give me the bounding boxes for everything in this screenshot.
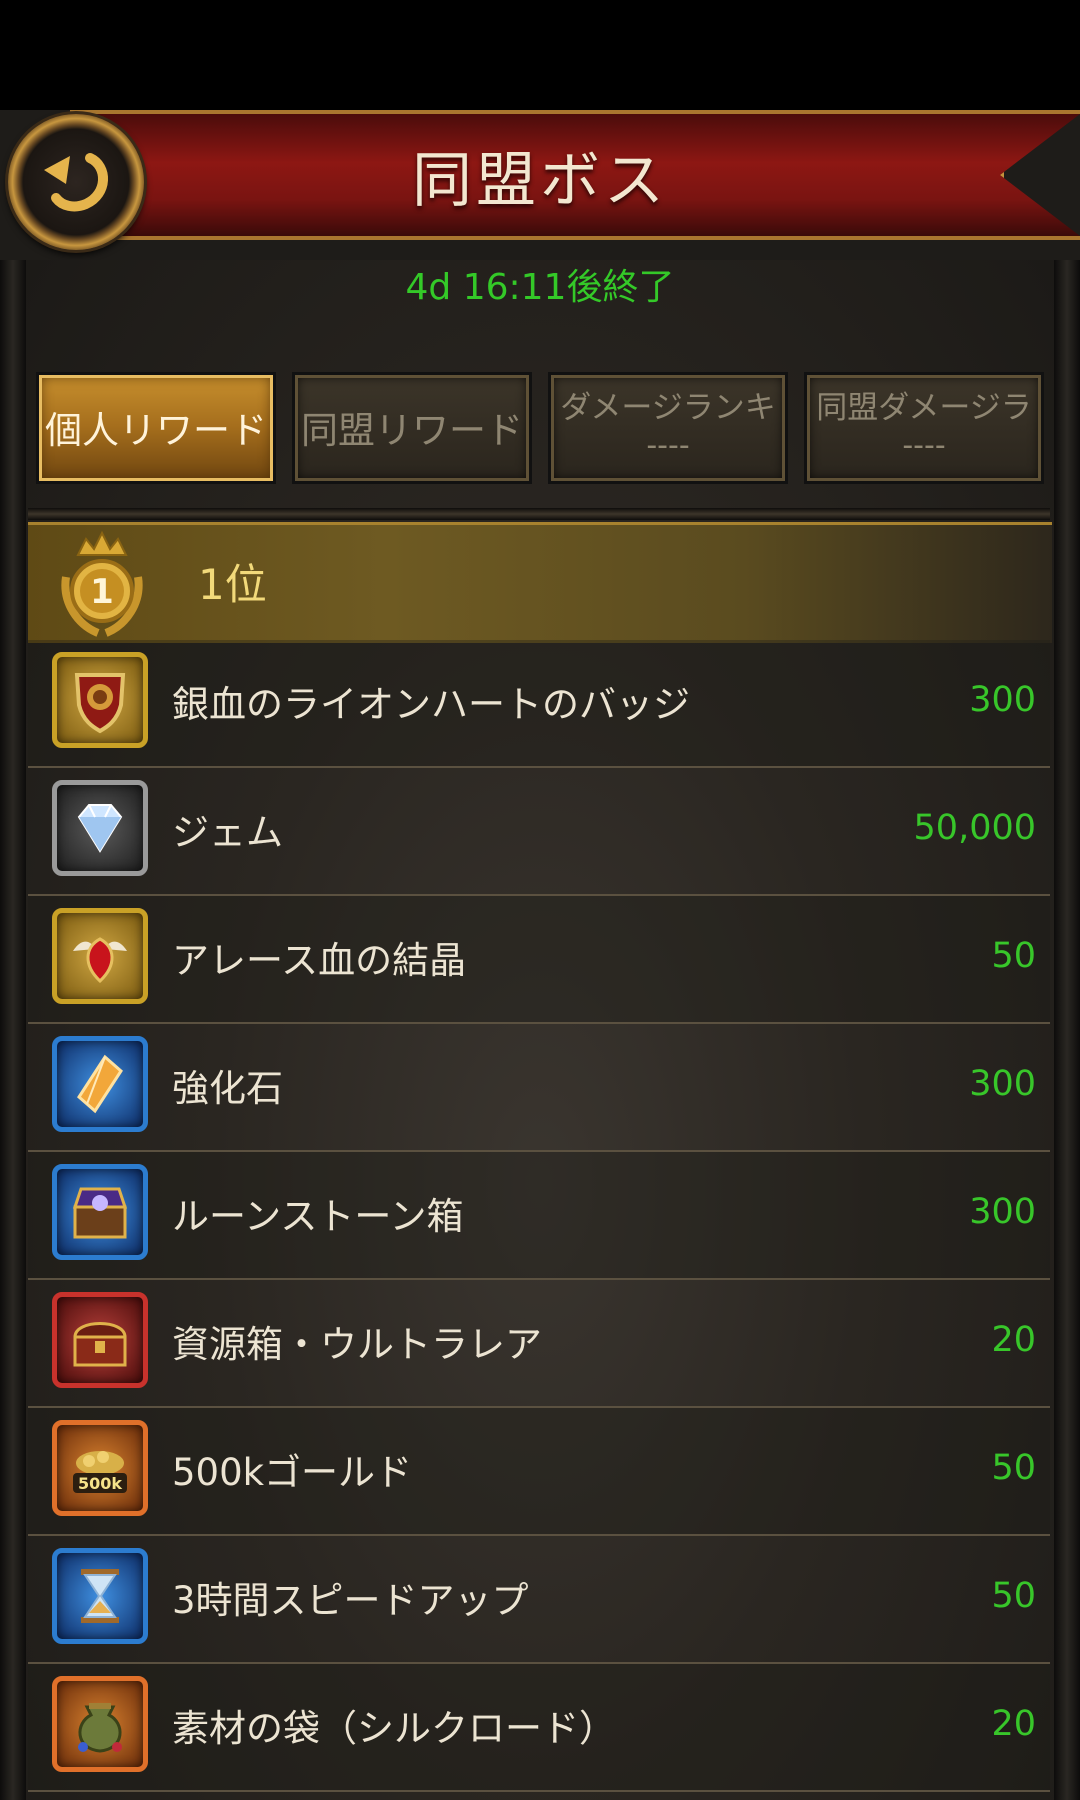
list-item: ジェム 50,000 (28, 768, 1050, 896)
reward-quantity: 20 (991, 1320, 1036, 1360)
gold-pile-icon[interactable]: 500k (52, 1420, 148, 1516)
list-item: 資源箱・ウルトラレア 20 (28, 1280, 1050, 1408)
reward-name: 強化石 (172, 1067, 283, 1110)
back-arrow-icon (44, 153, 108, 212)
list-item: 銀血のライオンハートのバッジ 300 (28, 640, 1050, 768)
reward-quantity: 20 (991, 1704, 1036, 1744)
gem-icon[interactable] (52, 780, 148, 876)
reward-list: 銀血のライオンハートのバッジ 300 ジェム 50,000 アレース血の結晶 5… (28, 640, 1050, 1792)
reward-name: 資源箱・ウルトラレア (172, 1323, 542, 1366)
lion-badge-icon[interactable] (52, 652, 148, 748)
status-bar-area (0, 0, 1080, 110)
reward-name: 500kゴールド (172, 1451, 413, 1494)
reward-quantity: 300 (969, 1192, 1036, 1232)
tab-alliance-damage-ranking[interactable]: 同盟ダメージラ ---- (804, 372, 1044, 484)
reward-name: 3時間スピードアップ (172, 1579, 529, 1622)
page-title: 同盟ボス (412, 146, 668, 216)
list-item: 素材の袋（シルクロード） 20 (28, 1664, 1050, 1792)
list-item: ルーンストーン箱 300 (28, 1152, 1050, 1280)
tab-bar: 個人リワード 同盟リワード ダメージランキ ---- 同盟ダメージラ ---- (36, 372, 1044, 488)
tab-damage-ranking[interactable]: ダメージランキ ---- (548, 372, 788, 484)
back-button[interactable] (8, 114, 144, 250)
reward-name: アレース血の結晶 (172, 939, 467, 982)
reward-name: 銀血のライオンハートのバッジ (172, 683, 690, 726)
gold-badge-label: 500k (78, 1474, 122, 1493)
reward-quantity: 300 (969, 680, 1036, 720)
gold-medal-icon: 1 (61, 530, 143, 637)
medal-number: 1 (90, 572, 114, 612)
reward-name: ルーンストーン箱 (172, 1195, 464, 1238)
reward-name: ジェム (172, 811, 283, 854)
reward-quantity: 50,000 (913, 808, 1036, 848)
list-item: 500k 500kゴールド 50 (28, 1408, 1050, 1536)
reward-name: 素材の袋（シルクロード） (172, 1707, 616, 1750)
resource-chest-icon[interactable] (52, 1292, 148, 1388)
tab-alliance-rewards[interactable]: 同盟リワード (292, 372, 532, 484)
list-item: 強化石 300 (28, 1024, 1050, 1152)
hourglass-icon[interactable] (52, 1548, 148, 1644)
list-item: 3時間スピードアップ 50 (28, 1536, 1050, 1664)
divider (28, 508, 1050, 520)
list-item: アレース血の結晶 50 (28, 896, 1050, 1024)
rank-label: 1位 (198, 560, 267, 609)
runestone-chest-icon[interactable] (52, 1164, 148, 1260)
reward-quantity: 50 (991, 1448, 1036, 1488)
event-timer: 4d 16:11後終了 (405, 267, 675, 308)
reward-quantity: 50 (991, 1576, 1036, 1616)
enhance-stone-icon[interactable] (52, 1036, 148, 1132)
tab-personal-rewards[interactable]: 個人リワード (36, 372, 276, 484)
reward-quantity: 50 (991, 936, 1036, 976)
rank-banner: 1 1位 (28, 522, 1052, 643)
blood-crystal-icon[interactable] (52, 908, 148, 1004)
boss-window: 同盟ボス 4d 16:11後終了 個人リワード 同盟リワード ダメージランキ -… (0, 110, 1080, 1800)
reward-quantity: 300 (969, 1064, 1036, 1104)
material-bag-icon[interactable] (52, 1676, 148, 1772)
